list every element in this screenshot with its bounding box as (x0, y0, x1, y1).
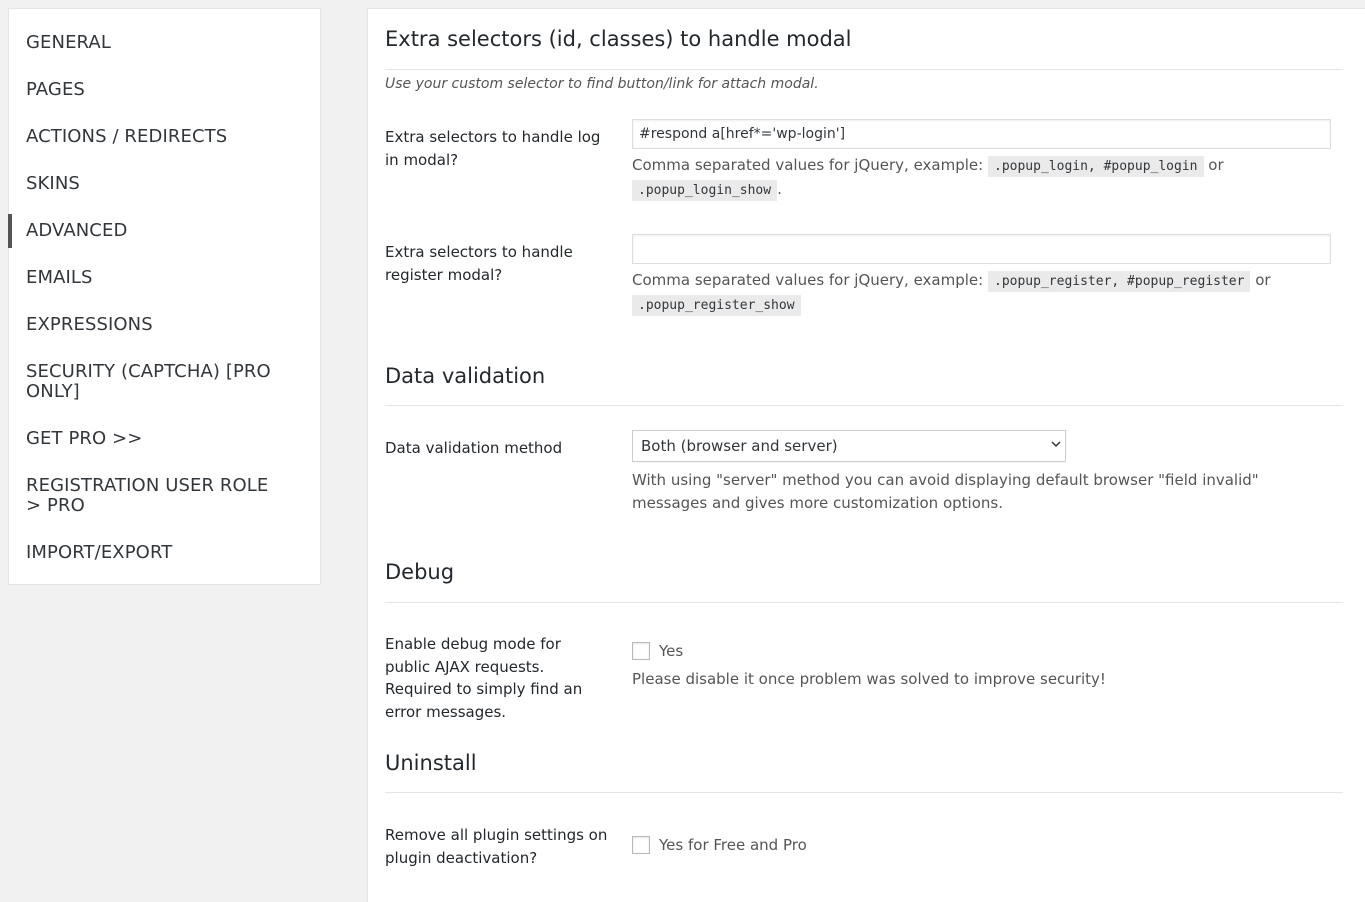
validation-method-select[interactable]: Both (browser and server) (632, 430, 1066, 462)
sidebar-item-pages[interactable]: PAGES (9, 80, 105, 100)
uninstall-checkbox-label: Yes for Free and Pro (659, 836, 807, 854)
section-divider (385, 69, 1343, 70)
sidebar-item-actions-redirects[interactable]: ACTIONS / REDIRECTS (9, 127, 247, 147)
chevron-down-icon (1051, 431, 1061, 461)
section-title-extra-selectors: Extra selectors (id, classes) to handle … (385, 27, 852, 51)
validation-method-value: Both (browser and server) (641, 437, 838, 455)
sidebar-item-emails[interactable]: EMAILS (9, 268, 113, 288)
help-text: or (1208, 156, 1224, 174)
login-selectors-help: Comma separated values for jQuery, examp… (632, 154, 1332, 202)
debug-mode-option[interactable]: Yes (632, 642, 683, 660)
uninstall-checkbox[interactable] (632, 836, 650, 854)
settings-panel: Extra selectors (id, classes) to handle … (367, 8, 1365, 902)
debug-mode-checkbox-label: Yes (659, 642, 684, 660)
sidebar-item-advanced[interactable]: ADVANCED (7, 214, 147, 248)
section-title-uninstall: Uninstall (385, 751, 477, 775)
code-example: .popup_register, #popup_register (988, 271, 1251, 292)
uninstall-label: Remove all plugin settings on plugin dea… (385, 826, 608, 867)
sidebar-item-expressions[interactable]: EXPRESSIONS (9, 315, 173, 335)
login-selectors-label: Extra selectors to handle log in modal? (385, 128, 601, 169)
register-selectors-help: Comma separated values for jQuery, examp… (632, 269, 1332, 317)
register-selectors-label: Extra selectors to handle register modal… (385, 243, 573, 284)
code-example: .popup_login_show (632, 180, 778, 201)
help-text: or (1255, 271, 1271, 289)
login-selectors-input[interactable] (632, 119, 1331, 149)
settings-sidebar: GENERAL PAGES ACTIONS / REDIRECTS SKINS … (7, 8, 321, 585)
validation-method-label: Data validation method (385, 439, 563, 457)
help-text: Comma separated values for jQuery, examp… (632, 271, 984, 289)
section-divider (385, 405, 1343, 406)
debug-mode-help: Please disable it once problem was solve… (632, 670, 1106, 688)
validation-method-help: With using "server" method you can avoid… (632, 471, 1259, 512)
sidebar-item-get-pro[interactable]: GET PRO >> (9, 429, 162, 449)
help-text: Comma separated values for jQuery, examp… (632, 156, 984, 174)
register-selectors-input[interactable] (632, 234, 1331, 264)
sidebar-item-import-export[interactable]: IMPORT/EXPORT (9, 543, 192, 563)
code-example: .popup_login, #popup_login (988, 156, 1204, 177)
sidebar-item-registration-user-role[interactable]: REGISTRATION USER ROLE > PRO (9, 476, 299, 516)
section-title-debug: Debug (385, 560, 455, 584)
uninstall-option[interactable]: Yes for Free and Pro (632, 836, 807, 854)
section-title-data-validation: Data validation (385, 364, 546, 388)
section-description: Use your custom selector to find button/… (385, 76, 819, 92)
section-divider (385, 792, 1343, 793)
help-text: . (777, 180, 782, 198)
sidebar-item-security-captcha[interactable]: SECURITY (CAPTCHA) [PRO ONLY] (9, 362, 299, 402)
sidebar-item-skins[interactable]: SKINS (9, 174, 100, 194)
debug-mode-checkbox[interactable] (632, 642, 650, 660)
sidebar-item-general[interactable]: GENERAL (9, 33, 131, 53)
section-divider (385, 602, 1343, 603)
code-example: .popup_register_show (632, 295, 801, 316)
debug-mode-label: Enable debug mode for public AJAX reques… (385, 635, 583, 721)
